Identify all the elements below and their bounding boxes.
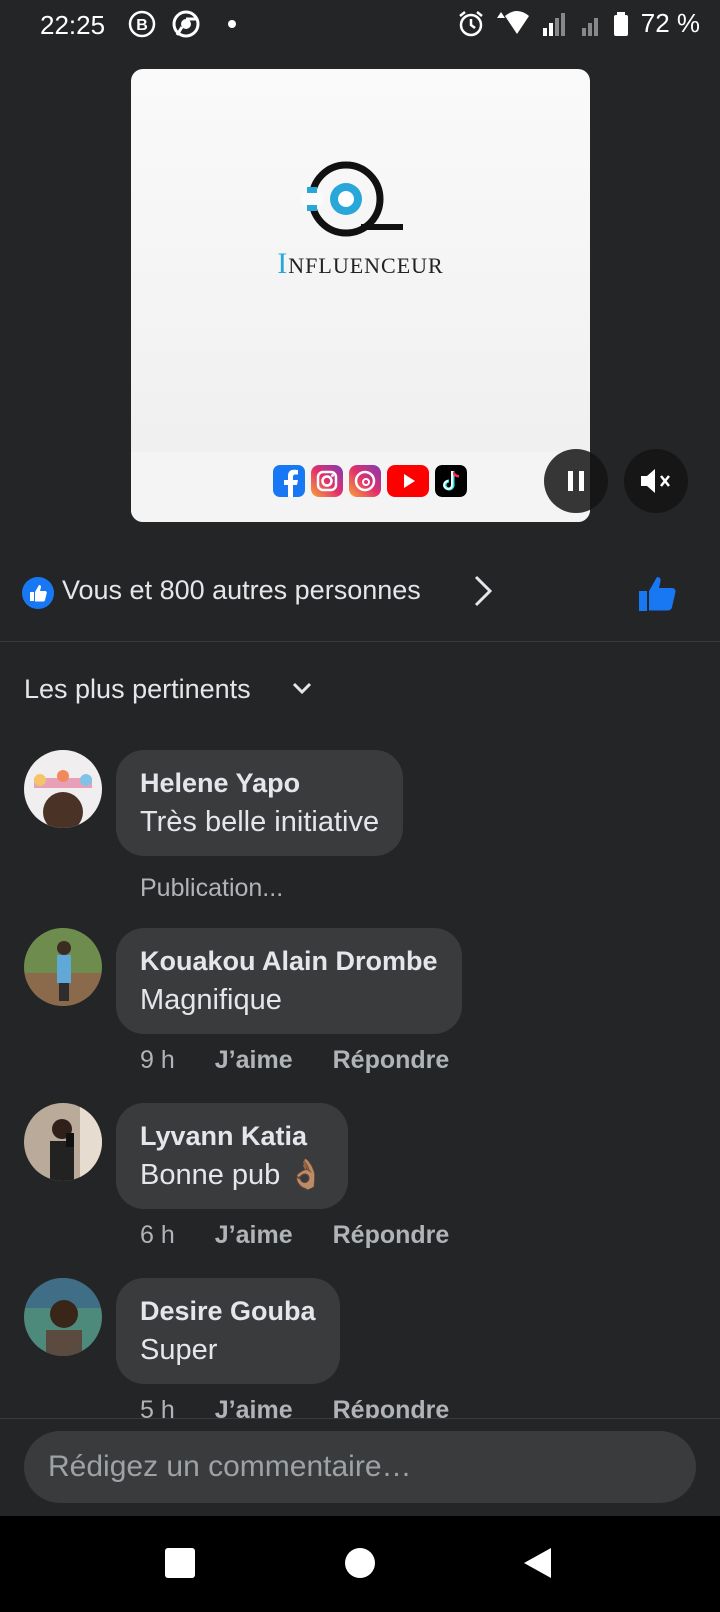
video-area[interactable]: INFLUENCEUR — [0, 50, 720, 545]
comment-reply-button[interactable]: Répondre — [333, 1046, 450, 1075]
comment-meta: 5 h J’aime Répondre — [140, 1396, 449, 1418]
comment-reply-button[interactable]: Répondre — [333, 1221, 450, 1250]
facebook-icon — [273, 465, 305, 497]
signal-icon — [542, 12, 565, 36]
instagram-icon — [311, 465, 343, 497]
avatar-lyvann-icon — [24, 1103, 102, 1181]
alarm-icon — [458, 10, 483, 36]
influenceur-logo-icon — [301, 161, 403, 237]
b-badge-icon: B — [128, 10, 156, 38]
comment-like-button[interactable]: J’aime — [215, 1396, 293, 1418]
comment-composer[interactable] — [24, 1431, 696, 1503]
avatar-kouakou-icon — [24, 928, 102, 1006]
back-button[interactable] — [521, 1546, 555, 1580]
status-right: 72 % — [457, 8, 700, 39]
pause-button[interactable] — [544, 449, 608, 513]
comment-author[interactable]: Kouakou Alain Drombe — [140, 942, 438, 980]
chevron-right-icon[interactable] — [472, 573, 494, 609]
comment-text: Super — [140, 1334, 218, 1366]
comment-author[interactable]: Lyvann Katia — [140, 1117, 324, 1155]
threads-icon — [349, 465, 381, 497]
video-player[interactable]: INFLUENCEUR — [131, 69, 590, 522]
status-bar: 22:25 B 72 % — [0, 0, 720, 50]
comment-text: Magnifique — [140, 984, 282, 1016]
comment-reply-button[interactable]: Répondre — [333, 1396, 450, 1418]
status-time: 22:25 — [40, 10, 106, 40]
comment-bubble[interactable]: Desire Gouba Super — [116, 1278, 340, 1384]
mute-button[interactable] — [624, 449, 688, 513]
wifi-icon — [496, 10, 529, 34]
comment-like-button[interactable]: J’aime — [215, 1221, 293, 1250]
comment-meta: Publication... — [140, 874, 283, 903]
battery-icon — [613, 11, 628, 36]
pause-icon — [568, 471, 584, 491]
reactions-bar[interactable]: Vous et 800 autres personnes — [0, 545, 720, 642]
comment-bubble[interactable]: Helene Yapo Très belle initiative — [116, 750, 404, 856]
comment-time: 6 h — [140, 1221, 175, 1249]
comment-bubble[interactable]: Kouakou Alain Drombe Magnifique — [116, 928, 462, 1034]
comment-meta: 6 h J’aime Répondre — [140, 1221, 449, 1250]
comment-status: Publication... — [140, 874, 284, 902]
comment-meta: 9 h J’aime Répondre — [140, 1046, 449, 1075]
comment-text: Bonne pub 👌🏽 — [140, 1159, 325, 1191]
muted-speaker-icon — [641, 469, 670, 493]
comment-author[interactable]: Helene Yapo — [140, 764, 379, 802]
brand-initial: I — [277, 247, 289, 280]
comment-author[interactable]: Desire Gouba — [140, 1292, 316, 1330]
avatar-desire-icon — [24, 1278, 102, 1356]
chevron-down-icon[interactable] — [290, 680, 314, 698]
notification-dot-icon — [228, 20, 236, 28]
social-icons — [273, 465, 467, 497]
chrome-icon — [172, 10, 200, 38]
sort-selector[interactable]: Les plus pertinents — [24, 674, 251, 705]
tiktok-icon — [435, 465, 467, 497]
like-button[interactable] — [636, 571, 680, 615]
comment-item: Desire Gouba Super 5 h J’aime Répondre — [0, 1278, 720, 1418]
comment-text: Très belle initiative — [140, 806, 380, 838]
avatar[interactable] — [24, 928, 102, 1006]
like-reaction-icon — [22, 577, 54, 609]
comment-bubble[interactable]: Lyvann Katia Bonne pub 👌🏽 — [116, 1103, 349, 1209]
reactions-summary[interactable]: Vous et 800 autres personnes — [62, 575, 421, 606]
svg-text:B: B — [136, 17, 148, 34]
avatar-helene-icon — [24, 750, 102, 828]
signal-2-icon — [581, 17, 598, 36]
system-nav-bar — [0, 1516, 720, 1612]
brand-rest: NFLUENCEUR — [288, 253, 444, 278]
comment-composer-bar — [0, 1418, 720, 1517]
comment-input[interactable] — [24, 1431, 696, 1503]
youtube-icon — [387, 465, 429, 497]
recent-apps-button[interactable] — [163, 1546, 197, 1580]
avatar[interactable] — [24, 1278, 102, 1356]
avatar[interactable] — [24, 1103, 102, 1181]
brand-wordmark: INFLUENCEUR — [131, 247, 590, 281]
comment-time: 5 h — [140, 1396, 175, 1418]
battery-percent: 72 % — [640, 8, 700, 38]
comment-like-button[interactable]: J’aime — [215, 1046, 293, 1075]
comment-time: 9 h — [140, 1046, 175, 1074]
home-button[interactable] — [343, 1546, 377, 1580]
avatar[interactable] — [24, 750, 102, 828]
